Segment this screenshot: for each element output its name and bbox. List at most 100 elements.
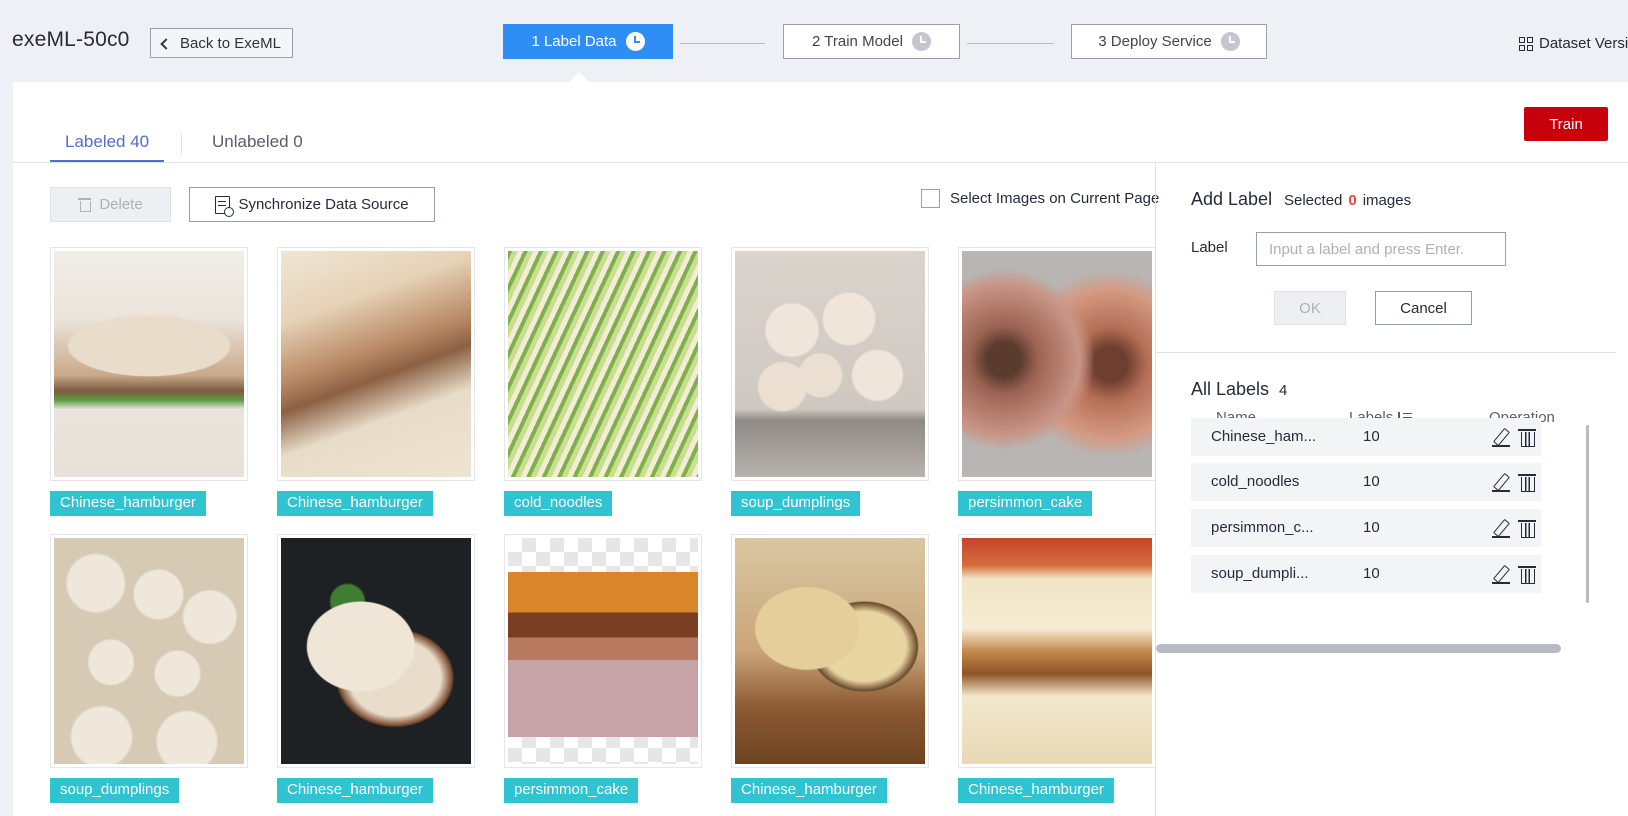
selected-images-summary: Selected 0 images <box>1284 192 1411 209</box>
grid-icon <box>1519 36 1533 51</box>
label-row: cold_noodles 10 <box>1191 463 1541 501</box>
delete-button[interactable]: Delete <box>50 187 171 222</box>
all-labels-count: 4 <box>1279 382 1288 399</box>
tab-unlabeled[interactable]: Unlabeled 0 <box>212 132 303 160</box>
food-image <box>735 251 925 477</box>
label-count: 10 <box>1363 428 1380 445</box>
label-input[interactable] <box>1256 232 1506 266</box>
step-deploy-service[interactable]: 3 Deploy Service <box>1071 24 1267 59</box>
image-label-tag: Chinese_hamburger <box>731 778 887 803</box>
image-card[interactable]: persimmon_cake <box>504 534 702 803</box>
image-thumbnail[interactable] <box>731 247 929 481</box>
step-connector <box>680 43 765 44</box>
delete-icon[interactable] <box>1517 427 1537 447</box>
delete-icon[interactable] <box>1517 518 1537 538</box>
food-image <box>508 538 698 764</box>
cancel-button[interactable]: Cancel <box>1375 291 1472 325</box>
image-thumbnail[interactable] <box>504 247 702 481</box>
food-image <box>54 538 244 764</box>
label-name: cold_noodles <box>1211 473 1300 490</box>
select-current-page[interactable]: Select Images on Current Page <box>921 189 1159 208</box>
synchronize-data-source-button[interactable]: Synchronize Data Source <box>189 187 435 222</box>
select-page-label: Select Images on Current Page <box>950 190 1160 207</box>
image-label-tag: Chinese_hamburger <box>50 491 206 516</box>
edit-icon[interactable] <box>1491 472 1511 492</box>
image-card[interactable]: persimmon_cake <box>958 247 1156 516</box>
vertical-scrollbar[interactable] <box>1586 425 1589 603</box>
food-image <box>54 251 244 477</box>
food-image <box>962 251 1152 477</box>
chevron-left-icon <box>160 37 172 50</box>
image-label-tag: Chinese_hamburger <box>277 778 433 803</box>
label-name: Chinese_ham... <box>1211 428 1316 445</box>
step-label: 1 Label Data <box>531 33 617 50</box>
tab-bar: Labeled 40 Unlabeled 0 Train <box>13 82 1628 163</box>
divider <box>1156 352 1616 353</box>
label-count: 10 <box>1363 519 1380 536</box>
image-label-tag: soup_dumplings <box>50 778 180 803</box>
image-thumbnail[interactable] <box>958 247 1156 481</box>
image-card[interactable]: Chinese_hamburger <box>50 247 248 516</box>
sync-button-label: Synchronize Data Source <box>238 196 409 213</box>
image-card[interactable]: Chinese_hamburger <box>277 247 475 516</box>
image-thumbnail[interactable] <box>50 247 248 481</box>
train-button[interactable]: Train <box>1524 107 1608 141</box>
label-row: soup_dumpli... 10 <box>1191 555 1541 593</box>
step-train-model[interactable]: 2 Train Model <box>783 24 960 59</box>
select-page-checkbox[interactable] <box>921 189 940 208</box>
image-thumbnail[interactable] <box>504 534 702 768</box>
food-image <box>281 538 471 764</box>
image-card[interactable]: Chinese_hamburger <box>277 534 475 803</box>
label-count: 10 <box>1363 473 1380 490</box>
image-card[interactable]: Chinese_hamburger <box>731 534 929 803</box>
image-thumbnail[interactable] <box>958 534 1156 768</box>
image-thumbnail[interactable] <box>277 534 475 768</box>
label-row: Chinese_ham... 10 <box>1191 418 1541 456</box>
image-label-tag: Chinese_hamburger <box>958 778 1114 803</box>
clock-icon <box>1220 32 1240 51</box>
image-label-tag: soup_dumplings <box>731 491 861 516</box>
image-thumbnail[interactable] <box>50 534 248 768</box>
all-labels-title: All Labels <box>1191 379 1270 399</box>
dataset-version-link[interactable]: Dataset Versi <box>1519 35 1628 52</box>
tab-labeled[interactable]: Labeled 40 <box>50 132 165 162</box>
step-label-data[interactable]: 1 Label Data <box>503 24 673 59</box>
label-count: 10 <box>1363 565 1380 582</box>
image-thumbnail[interactable] <box>277 247 475 481</box>
image-label-tag: cold_noodles <box>504 491 613 516</box>
sync-document-icon <box>215 195 235 217</box>
image-thumbnail[interactable] <box>731 534 929 768</box>
label-row: persimmon_c... 10 <box>1191 509 1541 547</box>
selected-count: 0 <box>1348 192 1357 209</box>
image-card[interactable]: Chinese_hamburger <box>958 534 1156 803</box>
label-name: persimmon_c... <box>1211 519 1314 536</box>
delete-icon[interactable] <box>1517 564 1537 584</box>
top-bar: exeML-50c0 Back to ExeML 1 Label Data 2 … <box>0 0 1628 83</box>
ok-button[interactable]: OK <box>1274 291 1346 325</box>
app-title: exeML-50c0 <box>12 28 130 51</box>
edit-icon[interactable] <box>1491 564 1511 584</box>
all-labels-heading: All Labels 4 <box>1191 379 1287 400</box>
horizontal-scrollbar[interactable] <box>1156 644 1561 653</box>
back-button[interactable]: Back to ExeML <box>150 28 293 58</box>
edit-icon[interactable] <box>1491 518 1511 538</box>
image-card[interactable]: soup_dumplings <box>731 247 929 516</box>
edit-icon[interactable] <box>1491 427 1511 447</box>
label-field-label: Label <box>1191 239 1228 256</box>
image-label-tag: persimmon_cake <box>958 491 1093 516</box>
delete-icon[interactable] <box>1517 472 1537 492</box>
food-image <box>508 251 698 477</box>
food-image <box>962 538 1152 764</box>
clock-icon <box>911 32 931 51</box>
image-card[interactable]: cold_noodles <box>504 247 702 516</box>
trash-icon <box>78 197 92 212</box>
tab-divider <box>181 134 182 154</box>
image-card[interactable]: soup_dumplings <box>50 534 248 803</box>
clock-icon <box>625 32 645 51</box>
selected-prefix: Selected <box>1284 192 1343 209</box>
label-name: soup_dumpli... <box>1211 565 1309 582</box>
step-connector <box>967 43 1054 44</box>
delete-button-label: Delete <box>99 196 143 213</box>
dataset-link-label: Dataset Versi <box>1539 35 1628 52</box>
step-label: 2 Train Model <box>812 33 903 50</box>
